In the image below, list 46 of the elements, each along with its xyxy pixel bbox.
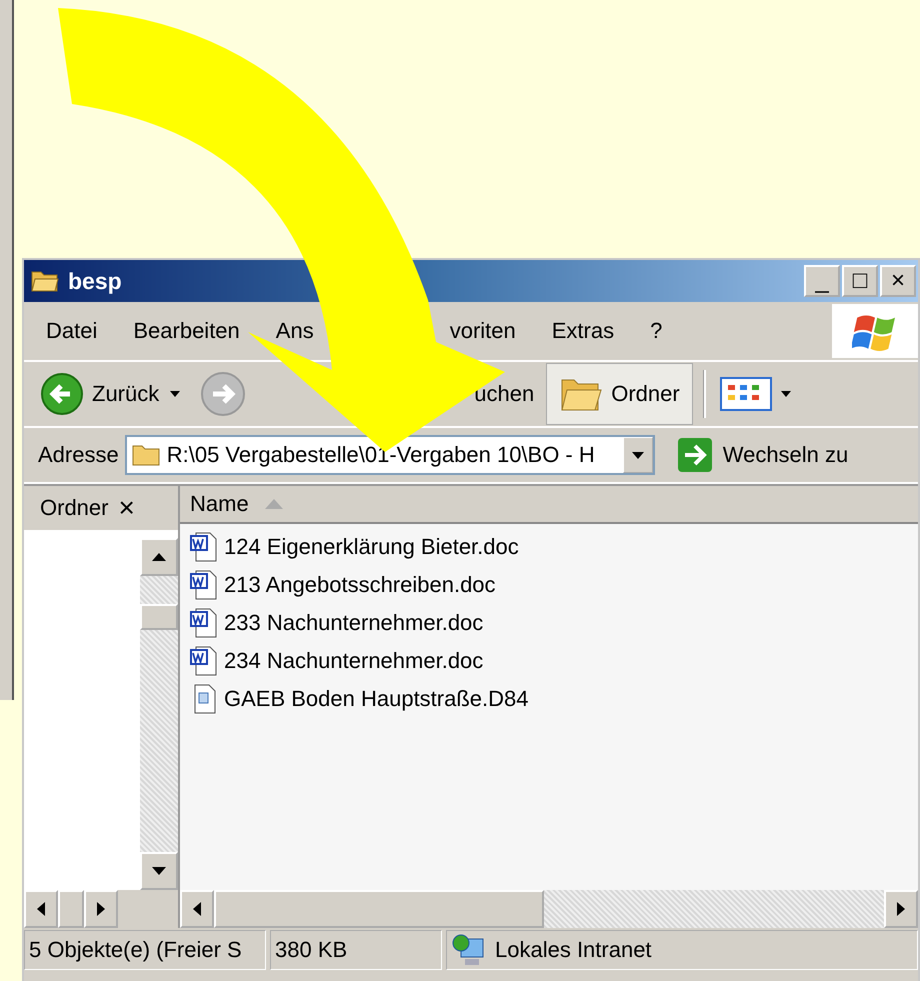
window-button[interactable]: □ [842, 265, 878, 297]
scroll-thumb[interactable] [58, 890, 84, 928]
sort-arrow-icon [264, 499, 283, 509]
horizontal-scrollbar[interactable] [24, 890, 178, 928]
file-item[interactable]: 233 Nachunternehmer.doc [188, 604, 918, 642]
status-panel: 5 Objekte(e) (Freier S [24, 930, 266, 970]
menu-item[interactable]: Bearbeiten [133, 320, 240, 342]
address-label: Adresse [38, 442, 119, 468]
file-item[interactable]: 234 Nachunternehmer.doc [188, 642, 918, 680]
status-panel: 380 KB [270, 930, 442, 970]
menu-item[interactable]: ? [650, 320, 662, 342]
scroll-left-icon[interactable] [193, 902, 201, 916]
caret-icon [780, 390, 792, 398]
caret-icon[interactable] [169, 390, 182, 398]
search-button[interactable]: uchen [472, 377, 536, 411]
scroll-left-icon[interactable] [37, 902, 45, 916]
close-button[interactable]: × [118, 492, 135, 524]
menu-item[interactable]: Extras [552, 320, 614, 342]
status-panel: Lokales Intranet [446, 930, 918, 970]
back-button[interactable]: Zurück [36, 368, 164, 420]
window-title: besp [68, 268, 122, 294]
scroll-right-icon[interactable] [97, 902, 105, 916]
menu-item[interactable]: voriten [450, 320, 516, 342]
views-icon [720, 376, 772, 412]
menu-item[interactable]: Ans [276, 320, 314, 342]
scroll-thumb[interactable] [214, 890, 544, 928]
vertical-scrollbar[interactable] [140, 538, 178, 890]
address-field[interactable]: R:\05 Vergabestelle\01-Vergaben 10\BO - H [124, 435, 655, 475]
caret-icon [630, 450, 645, 460]
window-button[interactable]: × [880, 265, 916, 297]
column-header[interactable]: Name [180, 486, 293, 522]
dropdown-button[interactable] [622, 437, 653, 473]
scroll-up-icon[interactable] [152, 553, 166, 561]
file-item[interactable]: 213 Angebotsschreiben.doc [188, 566, 918, 604]
horizontal-scrollbar[interactable] [180, 890, 918, 928]
folders-button[interactable]: Ordner [546, 363, 693, 425]
scroll-thumb[interactable] [140, 604, 178, 630]
scroll-right-icon[interactable] [897, 902, 905, 916]
go-button[interactable]: Wechseln zu [670, 436, 854, 474]
folder-icon [130, 443, 161, 467]
scroll-down-icon[interactable] [152, 867, 166, 875]
menu-item[interactable]: Datei [46, 320, 98, 342]
pane-title: Ordner [40, 495, 108, 521]
file-item[interactable]: 124 Eigenerklärung Bieter.doc [188, 528, 918, 566]
file-item[interactable]: GAEB Boden Hauptstraße.D84 [188, 680, 918, 718]
window-button[interactable]: _ [804, 265, 840, 297]
